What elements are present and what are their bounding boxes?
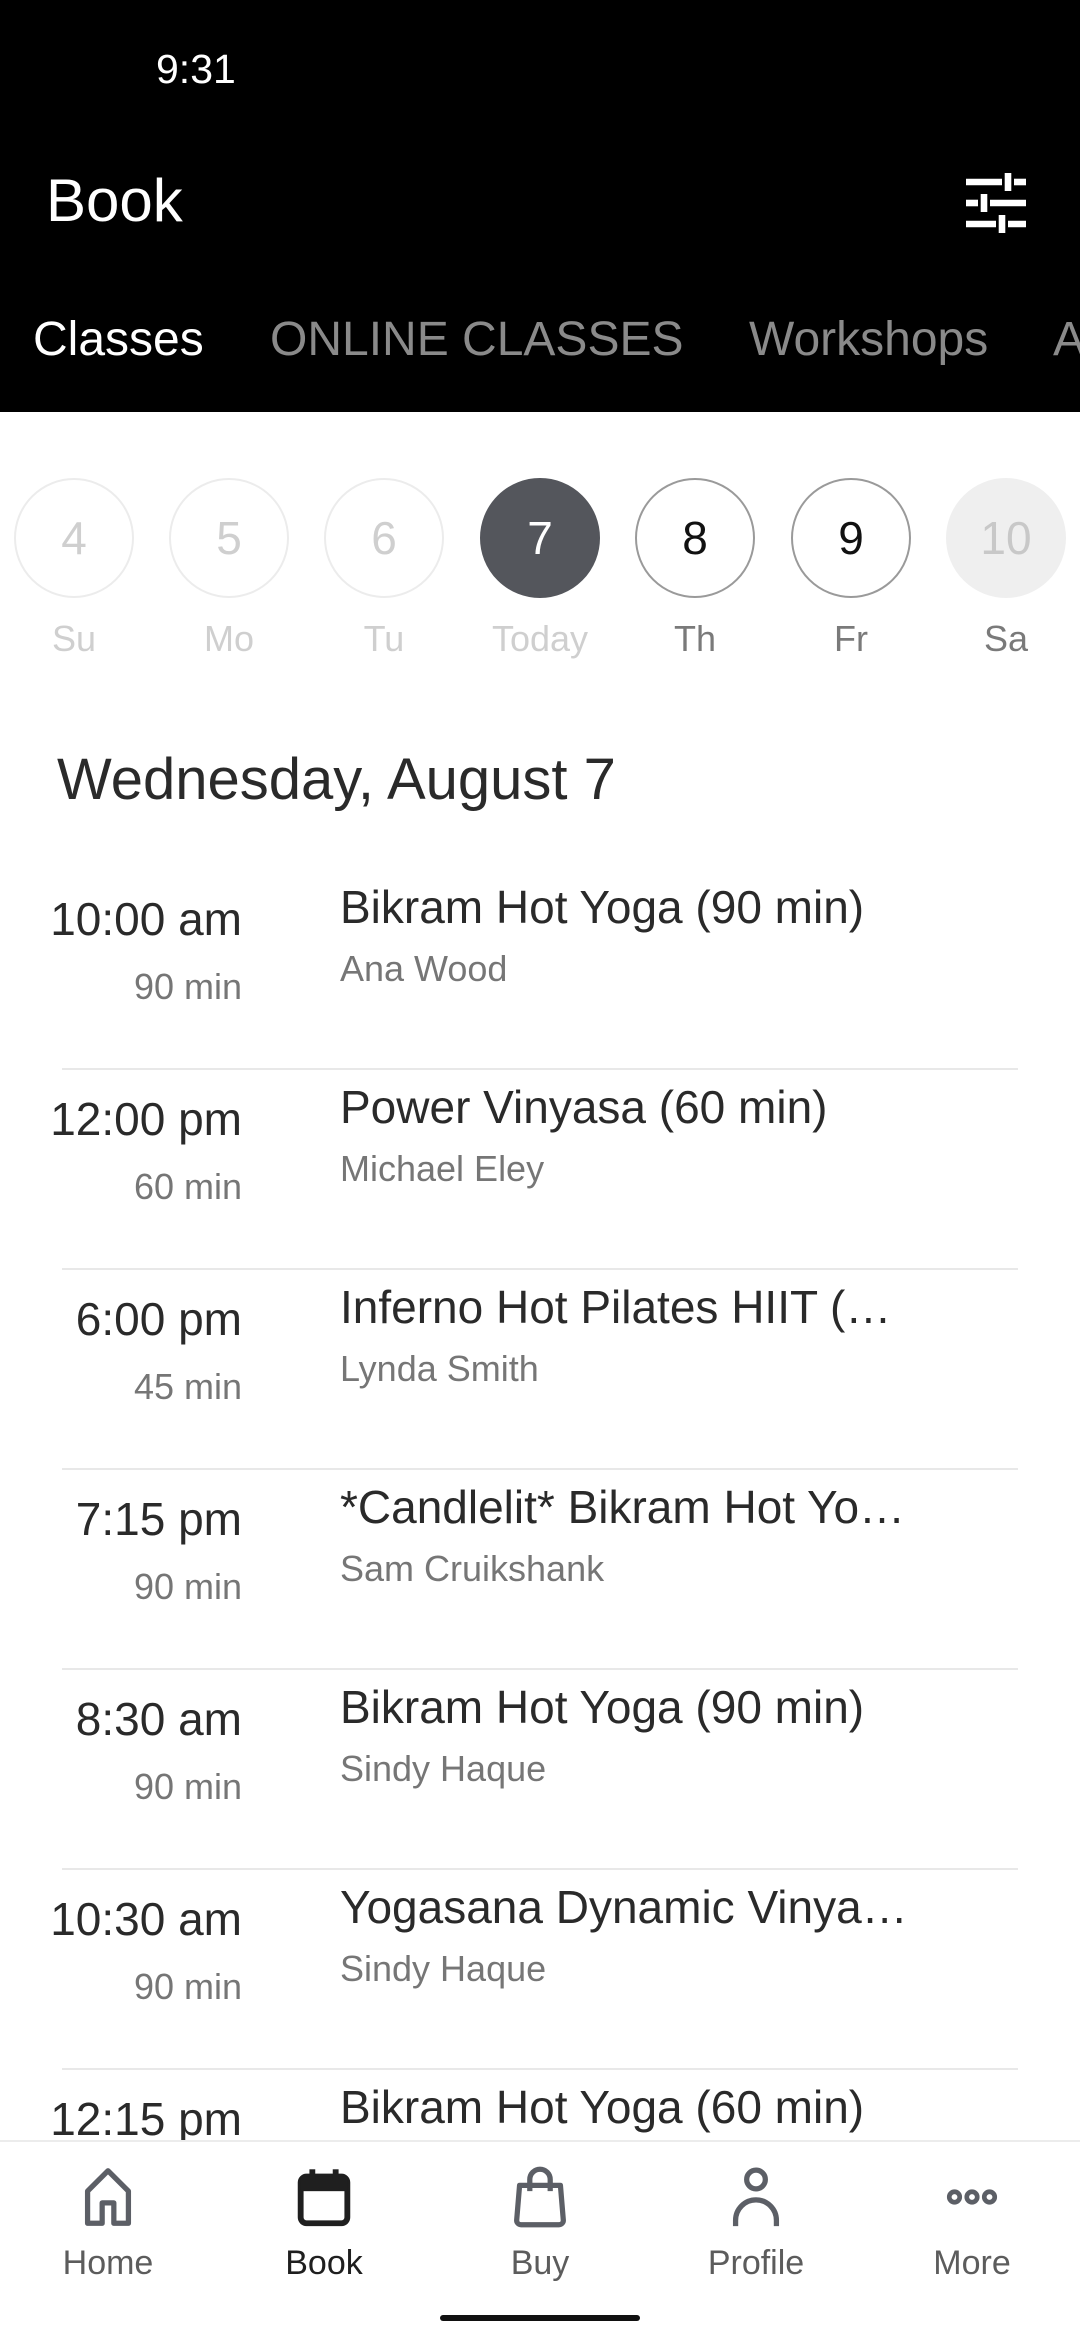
class-time: 10:30 am	[50, 1893, 242, 1945]
class-instructor: Michael Eley	[340, 1148, 545, 1189]
date-item[interactable]: 9 Fr	[789, 478, 913, 660]
date-number: 7	[480, 478, 600, 598]
date-number: 9	[791, 478, 911, 598]
class-name: Bikram Hot Yoga (90 min)	[340, 1681, 865, 1733]
class-time: 10:00 am	[50, 893, 242, 945]
date-picker-strip: 4 Su 5 Mo 6 Tu 7 Today 8 Th 9 Fr 10 Sa	[0, 478, 1080, 668]
status-bar-time: 9:31	[156, 46, 236, 92]
class-time: 8:30 am	[75, 1693, 242, 1745]
class-time: 7:15 pm	[75, 1493, 242, 1545]
home-icon	[84, 2168, 132, 2226]
date-item-selected[interactable]: 7 Today	[478, 478, 602, 660]
nav-label: Book	[285, 2244, 363, 2282]
date-day-label: Today	[491, 618, 589, 659]
page-title: Book	[46, 167, 183, 234]
date-day-label: Tu	[363, 618, 405, 659]
filter-button[interactable]	[960, 170, 1032, 236]
category-tabs: Classes ONLINE CLASSES Workshops A	[0, 312, 1080, 392]
class-row[interactable]: 10:30 am 90 min Yogasana Dynamic Vinya… …	[0, 1870, 1080, 2070]
class-instructor: Sindy Haque	[340, 1748, 547, 1789]
class-name: Bikram Hot Yoga (90 min)	[340, 881, 865, 933]
date-number: 10	[946, 478, 1066, 598]
nav-home[interactable]: Home	[0, 2162, 216, 2283]
date-day-label: Fr	[834, 618, 868, 659]
class-name: Bikram Hot Yoga (60 min)	[340, 2081, 865, 2133]
date-item[interactable]: 6 Tu	[322, 478, 446, 660]
tune-sliders-icon	[966, 173, 1026, 233]
class-name: *Candlelit* Bikram Hot Yo…	[340, 1481, 906, 1533]
nav-more[interactable]: More	[864, 2162, 1080, 2283]
class-list: 10:00 am 90 min Bikram Hot Yoga (90 min)…	[0, 870, 1080, 2270]
bottom-navigation: Home Book Buy Profile More	[0, 2140, 1080, 2340]
class-time: 6:00 pm	[75, 1293, 242, 1345]
date-number: 5	[169, 478, 289, 598]
class-name: Inferno Hot Pilates HIIT (…	[340, 1281, 892, 1333]
nav-profile[interactable]: Profile	[648, 2162, 864, 2283]
nav-label: More	[933, 2244, 1011, 2282]
class-row[interactable]: 7:15 pm 90 min *Candlelit* Bikram Hot Yo…	[0, 1470, 1080, 1670]
date-item[interactable]: 10 Sa	[944, 478, 1068, 660]
class-row[interactable]: 8:30 am 90 min Bikram Hot Yoga (90 min) …	[0, 1670, 1080, 1870]
date-day-label: Th	[673, 618, 716, 659]
date-day-label: Su	[51, 618, 97, 659]
person-icon	[732, 2167, 780, 2227]
nav-label: Profile	[707, 2244, 805, 2282]
class-instructor: Lynda Smith	[340, 1348, 539, 1389]
date-number: 6	[324, 478, 444, 598]
class-duration: 90 min	[133, 1766, 242, 1807]
class-time: 12:00 pm	[50, 1093, 242, 1145]
tab-workshops[interactable]: Workshops	[749, 312, 988, 367]
date-item[interactable]: 5 Mo	[167, 478, 291, 660]
date-number: 4	[14, 478, 134, 598]
tab-online-classes[interactable]: ONLINE CLASSES	[270, 312, 683, 367]
class-name: Yogasana Dynamic Vinya…	[340, 1881, 908, 1933]
class-instructor: Sindy Haque	[340, 1948, 547, 1989]
top-app-bar: 9:31 Book Classes ONLINE CLASSES Worksho…	[0, 0, 1080, 412]
nav-label: Buy	[510, 2244, 570, 2282]
class-duration: 45 min	[133, 1366, 242, 1407]
class-duration: 90 min	[133, 966, 242, 1007]
date-day-label: Mo	[203, 618, 254, 659]
nav-buy[interactable]: Buy	[432, 2162, 648, 2283]
class-instructor: Sam Cruikshank	[340, 1548, 605, 1589]
class-row[interactable]: 12:00 pm 60 min Power Vinyasa (60 min) M…	[0, 1070, 1080, 1270]
date-number: 8	[635, 478, 755, 598]
class-time: 12:15 pm	[50, 2093, 242, 2145]
day-heading: Wednesday, August 7	[57, 747, 616, 812]
more-dots-icon	[946, 2189, 998, 2205]
shopping-bag-icon	[514, 2166, 566, 2228]
home-indicator[interactable]	[440, 2315, 640, 2321]
class-duration: 90 min	[133, 1566, 242, 1607]
nav-label: Home	[62, 2244, 154, 2282]
date-item[interactable]: 8 Th	[633, 478, 757, 660]
class-row[interactable]: 6:00 pm 45 min Inferno Hot Pilates HIIT …	[0, 1270, 1080, 1470]
nav-book[interactable]: Book	[216, 2162, 432, 2283]
class-instructor: Ana Wood	[340, 948, 508, 989]
calendar-icon	[297, 2169, 351, 2227]
tab-more-truncated[interactable]: A	[1053, 312, 1080, 367]
tab-classes[interactable]: Classes	[33, 312, 204, 367]
date-item[interactable]: 4 Su	[12, 478, 136, 660]
class-row[interactable]: 10:00 am 90 min Bikram Hot Yoga (90 min)…	[0, 870, 1080, 1070]
date-day-label: Sa	[983, 618, 1029, 659]
class-duration: 90 min	[133, 1966, 242, 2007]
class-duration: 60 min	[133, 1166, 242, 1207]
class-name: Power Vinyasa (60 min)	[340, 1081, 828, 1133]
